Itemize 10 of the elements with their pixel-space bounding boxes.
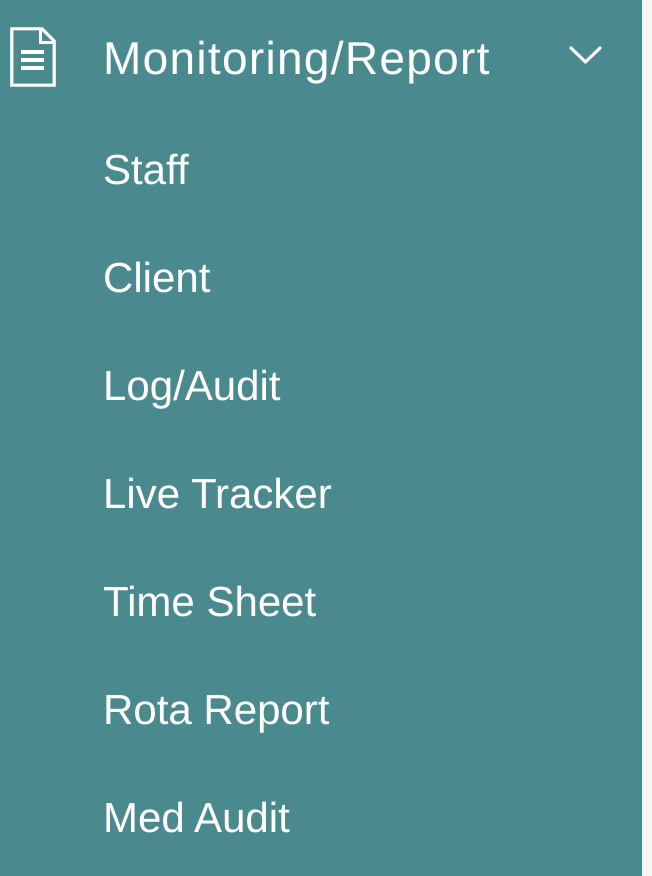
menu-item[interactable]: Rota Report — [103, 686, 330, 734]
menu-item[interactable]: Time Sheet — [103, 578, 316, 626]
menu-item[interactable]: Client — [103, 254, 210, 302]
menu-item[interactable]: Staff — [103, 146, 189, 194]
menu-item[interactable]: Med Audit — [103, 794, 290, 842]
document-icon — [10, 27, 56, 87]
menu-item[interactable]: Log/Audit — [103, 362, 280, 410]
chevron-icon[interactable] — [569, 46, 602, 64]
menu-item[interactable]: Live Tracker — [103, 470, 332, 518]
section-title[interactable]: Monitoring/Report — [103, 32, 491, 84]
